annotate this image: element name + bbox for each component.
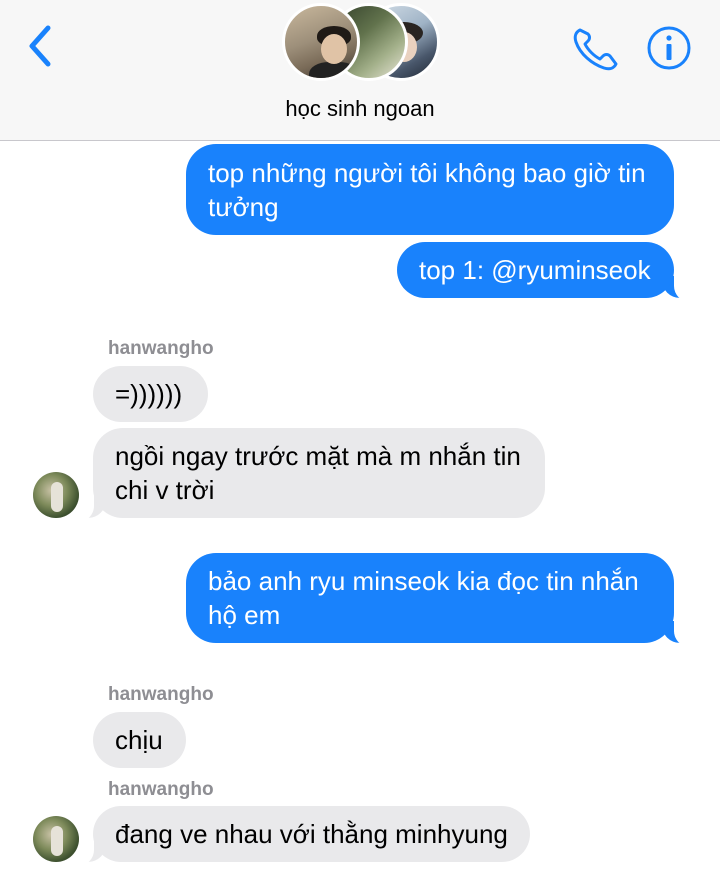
message-text: =)))))) (115, 379, 183, 409)
message-text: top 1: @ryuminseok (419, 255, 651, 285)
message-text: top những người tôi không bao giờ tin tư… (208, 157, 646, 222)
phone-icon (573, 28, 618, 71)
incoming-message[interactable]: =)))))) (93, 366, 208, 422)
info-button[interactable] (646, 25, 692, 71)
group-name[interactable]: học sinh ngoan (0, 96, 720, 122)
member-avatar (282, 3, 360, 81)
conversation-header: học sinh ngoan (0, 0, 720, 141)
incoming-message[interactable]: ngồi ngay trước mặt mà m nhắn tin chi v … (93, 428, 545, 518)
info-icon (647, 26, 691, 70)
back-button[interactable] (22, 22, 62, 70)
sender-name: hanwangho (108, 779, 214, 800)
message-text: chịu (115, 725, 163, 755)
outgoing-message[interactable]: top 1: @ryuminseok (397, 242, 674, 298)
incoming-message[interactable]: chịu (93, 712, 186, 768)
sender-name: hanwangho (108, 684, 214, 705)
call-button[interactable] (570, 24, 622, 72)
chevron-left-icon (29, 25, 51, 67)
sender-name: hanwangho (108, 338, 214, 359)
sender-avatar[interactable] (33, 816, 79, 862)
group-avatars[interactable] (282, 3, 442, 85)
sender-avatar[interactable] (33, 472, 79, 518)
outgoing-message[interactable]: top những người tôi không bao giờ tin tư… (186, 144, 674, 235)
message-text: ngồi ngay trước mặt mà m nhắn tin chi v … (115, 441, 521, 505)
outgoing-message[interactable]: bảo anh ryu minseok kia đọc tin nhắn hộ … (186, 553, 674, 643)
message-text: bảo anh ryu minseok kia đọc tin nhắn hộ … (208, 566, 639, 630)
incoming-message[interactable]: đang ve nhau với thằng minhyung (93, 806, 530, 862)
message-text: đang ve nhau với thằng minhyung (115, 819, 508, 849)
